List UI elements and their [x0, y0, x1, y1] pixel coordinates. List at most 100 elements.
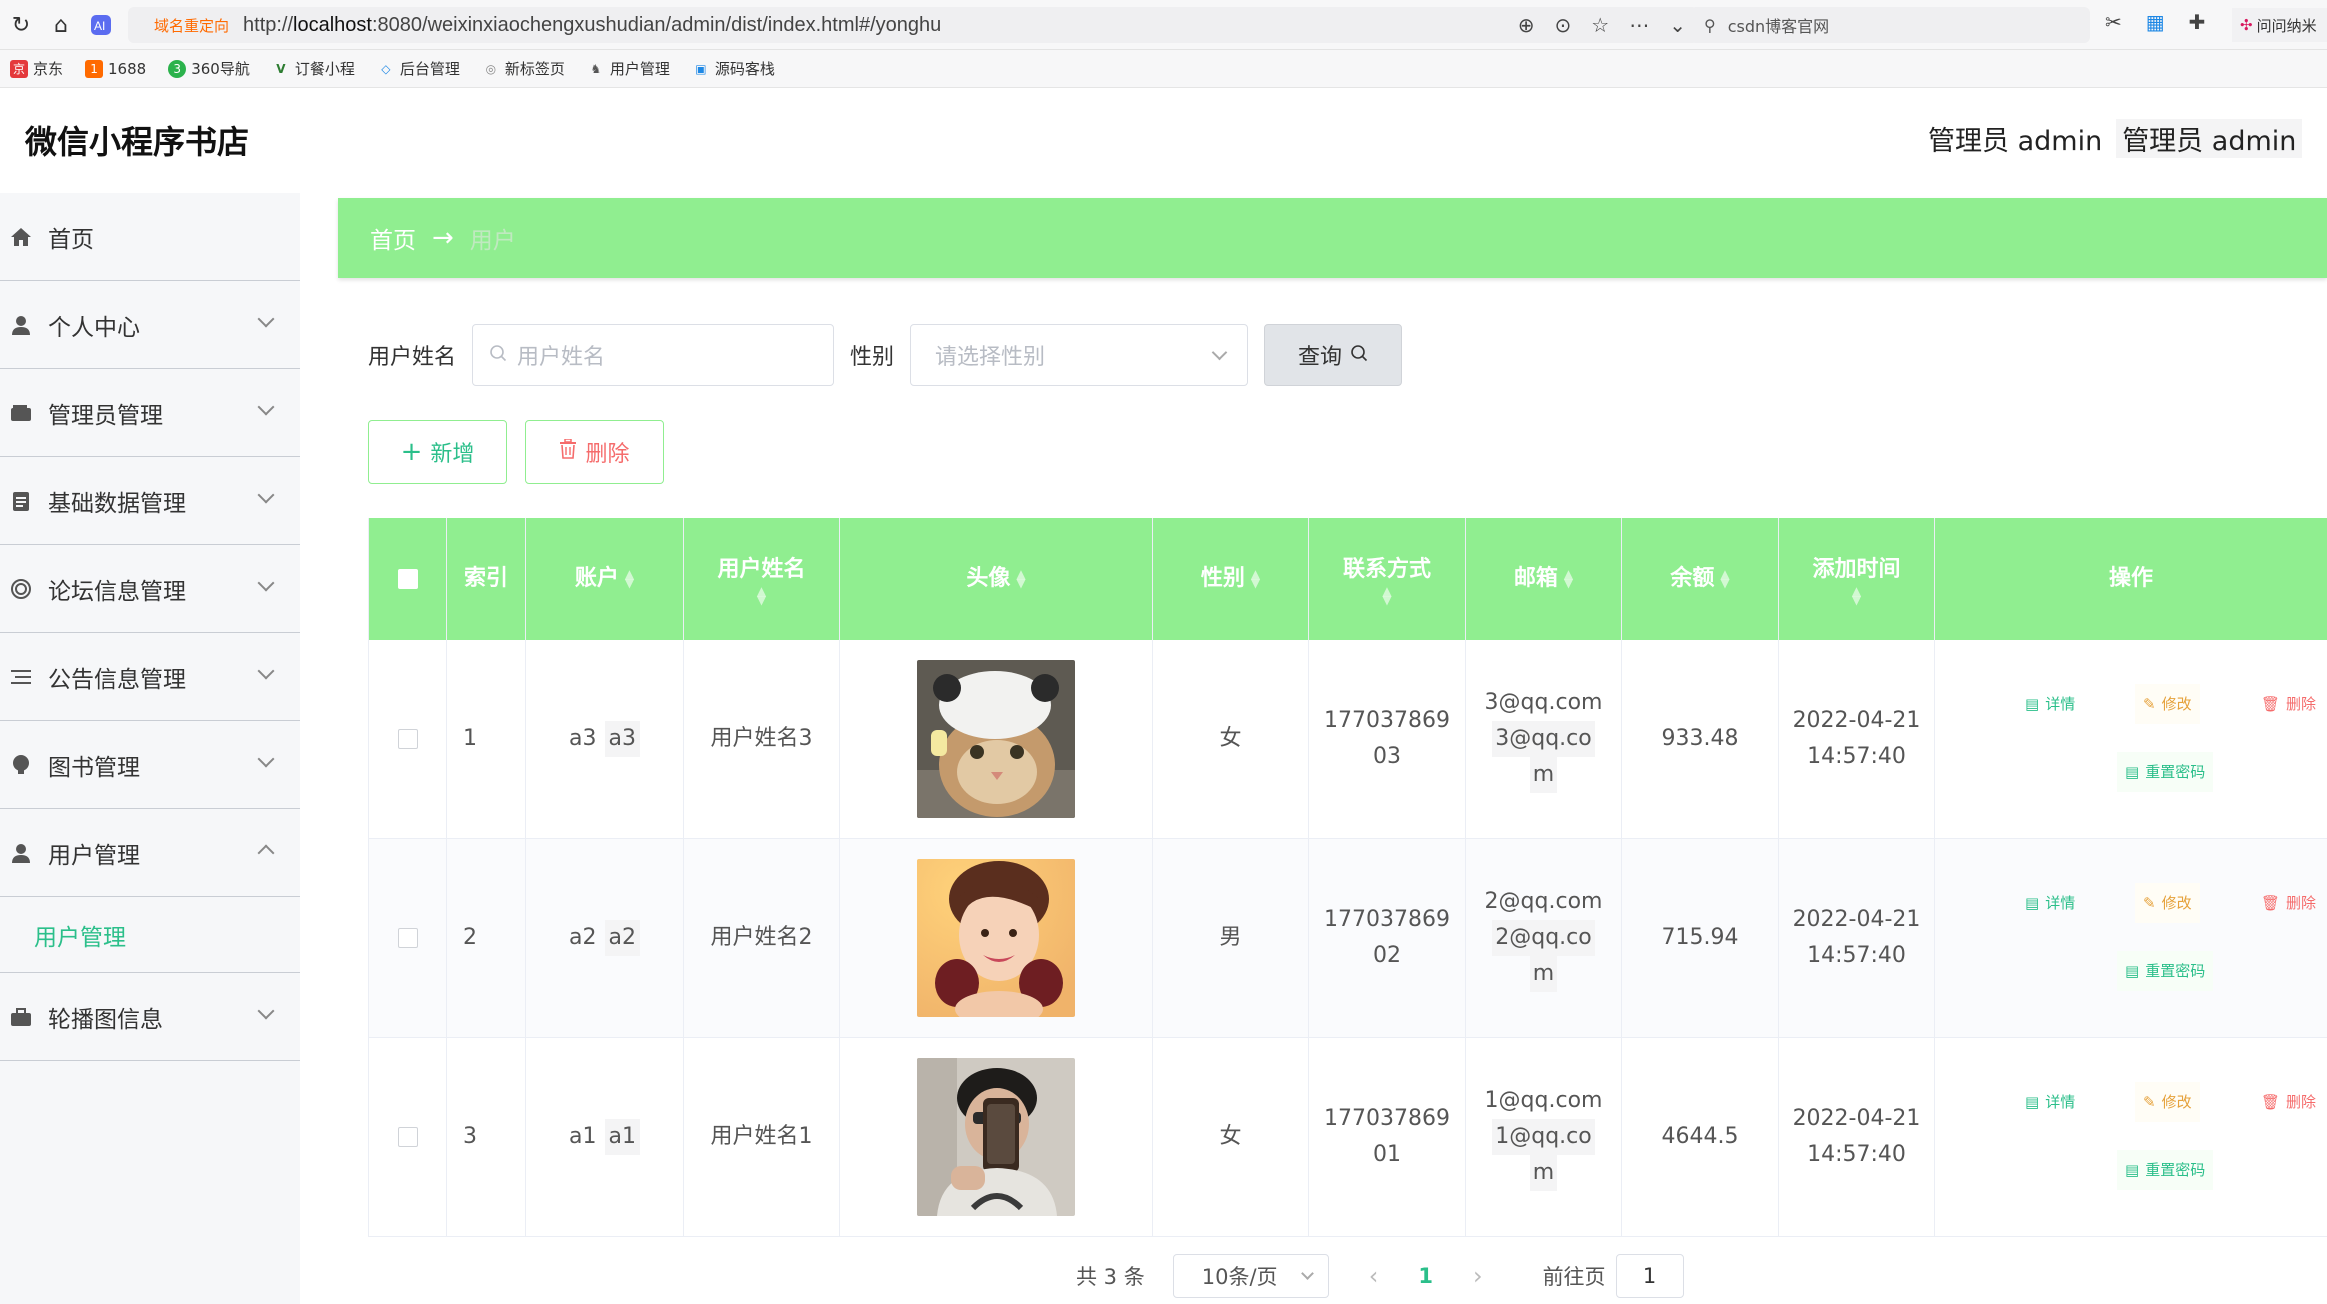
user-icon	[10, 842, 32, 864]
page-size-select[interactable]: 10条/页	[1172, 1254, 1329, 1298]
url-text[interactable]: http://localhost:8080/weixinxiaochengxus…	[243, 14, 941, 37]
bookmark-item[interactable]: ◇ 后台管理	[377, 58, 460, 79]
select-all-cell	[369, 518, 447, 640]
bookmark-icon: V	[276, 61, 286, 76]
cell-gender: 女	[1153, 1038, 1309, 1236]
sidebar-item-label: 基础数据管理	[48, 490, 186, 517]
bookmarks-bar: 京京东 1 1688 3 360导航 V 订餐小程 ◇ 后台管理 ◎ 新标签页 ♞ 用户管理…	[0, 50, 2327, 88]
gender-select[interactable]: 请选择性别	[910, 324, 1249, 386]
cell-email: 1@qq.com 1@qq.co m	[1466, 1038, 1622, 1236]
app-title: 微信小程序书店	[25, 123, 250, 161]
more-icon[interactable]: ⋯	[1629, 13, 1649, 37]
chevron-down-icon[interactable]: ⌄	[1669, 13, 1686, 37]
sidebar-item-label: 公告信息管理	[48, 666, 186, 693]
breadcrumb-home[interactable]: 首页	[370, 221, 416, 255]
sidebar-item-label: 论坛信息管理	[48, 578, 186, 605]
sidebar-item-admin-management[interactable]: 管理员管理	[0, 369, 300, 457]
goto-label: 前往页	[1542, 1265, 1606, 1289]
detail-button[interactable]: ▤ 详情	[2017, 684, 2083, 724]
sidebar-item-label: 用户管理	[48, 842, 140, 869]
edit-icon: ✎	[2143, 695, 2156, 713]
bookmark-item[interactable]: ♞ 用户管理	[587, 58, 670, 79]
delete-button[interactable]: 🗑 删除	[2253, 1082, 2324, 1122]
column-header-index: 索引	[447, 518, 526, 640]
prev-page-button[interactable]: ‹	[1369, 1262, 1379, 1290]
delete-button[interactable]: 🗑 删除	[2253, 883, 2324, 923]
sidebar-item-personal-center[interactable]: 个人中心	[0, 281, 300, 369]
ai-icon[interactable]: AI	[86, 10, 116, 40]
next-page-button[interactable]: ›	[1473, 1262, 1483, 1290]
row-checkbox[interactable]	[397, 928, 418, 948]
sidebar-item-forum[interactable]: 论坛信息管理	[0, 545, 300, 633]
reset-password-button[interactable]: ▤ 重置密码	[2117, 951, 2214, 991]
avatar-image-man[interactable]	[917, 1058, 1075, 1216]
briefcase-icon	[10, 1006, 32, 1028]
reset-password-button[interactable]: ▤ 重置密码	[2117, 1150, 2214, 1190]
bookmark-item[interactable]: ◎ 新标签页	[482, 58, 565, 79]
translate-icon[interactable]: ▦	[2146, 10, 2165, 34]
reset-password-button[interactable]: ▤ 重置密码	[2117, 752, 2214, 792]
column-header-name[interactable]: 用户姓名 ▲ ▼	[684, 518, 840, 640]
user-table: 索引 账户 ▲ ▼ 用户姓名 ▲ ▼ 头像 ▲ ▼ 性别 ▲ ▼ 联系方式 ▲ ▼ 邮箱 ▲ ▼ 余额 ▲…	[368, 518, 2327, 1237]
edit-button[interactable]: ✎ 修改	[2135, 684, 2200, 724]
select-all-checkbox[interactable]	[397, 569, 418, 589]
query-button-label: 查询	[1298, 345, 1343, 370]
row-checkbox[interactable]	[397, 729, 418, 749]
add-button[interactable]: + 新增	[368, 420, 507, 484]
ext-button[interactable]: ✣ 问问纳米	[2232, 8, 2327, 42]
cell-avatar	[840, 640, 1153, 838]
column-header-created[interactable]: 添加时间 ▲ ▼	[1779, 518, 1935, 640]
plus-icon: +	[400, 437, 423, 467]
bookmark-item[interactable]: V 订餐小程	[272, 58, 355, 79]
sidebar-item-basic-data[interactable]: 基础数据管理	[0, 457, 300, 545]
bookmark-item[interactable]: ▣ 源码客栈	[692, 58, 775, 79]
scissors-icon[interactable]: ✂	[2105, 10, 2122, 34]
star-icon[interactable]: ☆	[1591, 13, 1609, 37]
add-button-label: 新增	[430, 442, 475, 467]
column-header-email[interactable]: 邮箱 ▲ ▼	[1466, 518, 1622, 640]
sidebar-item-home[interactable]: 首页	[0, 193, 300, 281]
query-button[interactable]: 查询	[1264, 324, 1403, 386]
column-header-account[interactable]: 账户 ▲ ▼	[526, 518, 684, 640]
address-bar[interactable]: 域名重定向 http://localhost:8080/weixinxiaoch…	[128, 7, 1698, 43]
bulb-icon	[10, 754, 32, 776]
edit-button[interactable]: ✎ 修改	[2135, 1082, 2200, 1122]
chevron-down-icon	[1300, 1267, 1314, 1280]
sidebar-item-notice[interactable]: 公告信息管理	[0, 633, 300, 721]
detail-button[interactable]: ▤ 详情	[2017, 883, 2083, 923]
breadcrumb: 首页 → 用户	[338, 198, 2327, 278]
bookmark-item[interactable]: 3 360导航	[168, 58, 250, 79]
name-label: 用户姓名	[368, 345, 457, 370]
column-header-gender[interactable]: 性别 ▲ ▼	[1153, 518, 1309, 640]
browser-toolbar: ↻ ⌂ AI 域名重定向 http://localhost:8080/weixi…	[0, 0, 2327, 50]
avatar-image-girl[interactable]	[917, 859, 1075, 1017]
bookmark-icon: ◎	[485, 61, 497, 76]
user-icon	[10, 314, 32, 336]
column-header-phone[interactable]: 联系方式 ▲ ▼	[1309, 518, 1466, 640]
avatar-image-cat[interactable]	[917, 660, 1075, 818]
home-icon[interactable]: ⌂	[46, 10, 76, 40]
page-number-current[interactable]: 1	[1418, 1264, 1433, 1288]
bookmark-item[interactable]: 1 1688	[85, 59, 146, 78]
puzzle-icon[interactable]: ✚	[2189, 10, 2206, 34]
sidebar-item-carousel[interactable]: 轮播图信息	[0, 973, 300, 1061]
browser-search-box[interactable]: ⚲ csdn博客官网	[1690, 7, 2090, 43]
bookmark-item[interactable]: 京京东	[10, 58, 63, 79]
download-icon[interactable]: ⊙	[1555, 13, 1572, 37]
batch-delete-button[interactable]: 删除	[525, 420, 664, 484]
row-select-cell	[369, 1038, 447, 1236]
sidebar-item-books[interactable]: 图书管理	[0, 721, 300, 809]
zoom-icon[interactable]: ⊕	[1518, 13, 1535, 37]
row-checkbox[interactable]	[397, 1127, 418, 1147]
edit-button[interactable]: ✎ 修改	[2135, 883, 2200, 923]
reload-icon[interactable]: ↻	[6, 10, 36, 40]
goto-page-input[interactable]: 1	[1615, 1254, 1684, 1298]
column-header-balance[interactable]: 余额 ▲ ▼	[1622, 518, 1779, 640]
delete-button[interactable]: 🗑 删除	[2253, 684, 2324, 724]
name-search-input[interactable]: 用户姓名	[472, 324, 835, 386]
column-header-avatar[interactable]: 头像 ▲ ▼	[840, 518, 1153, 640]
pagination: 共 3 条 10条/页 ‹ 1 › 前往页 1	[1076, 1254, 1684, 1298]
sidebar-item-users[interactable]: 用户管理	[0, 809, 300, 897]
submenu-item-user-management[interactable]: 用户管理	[0, 897, 300, 973]
detail-button[interactable]: ▤ 详情	[2017, 1082, 2083, 1122]
